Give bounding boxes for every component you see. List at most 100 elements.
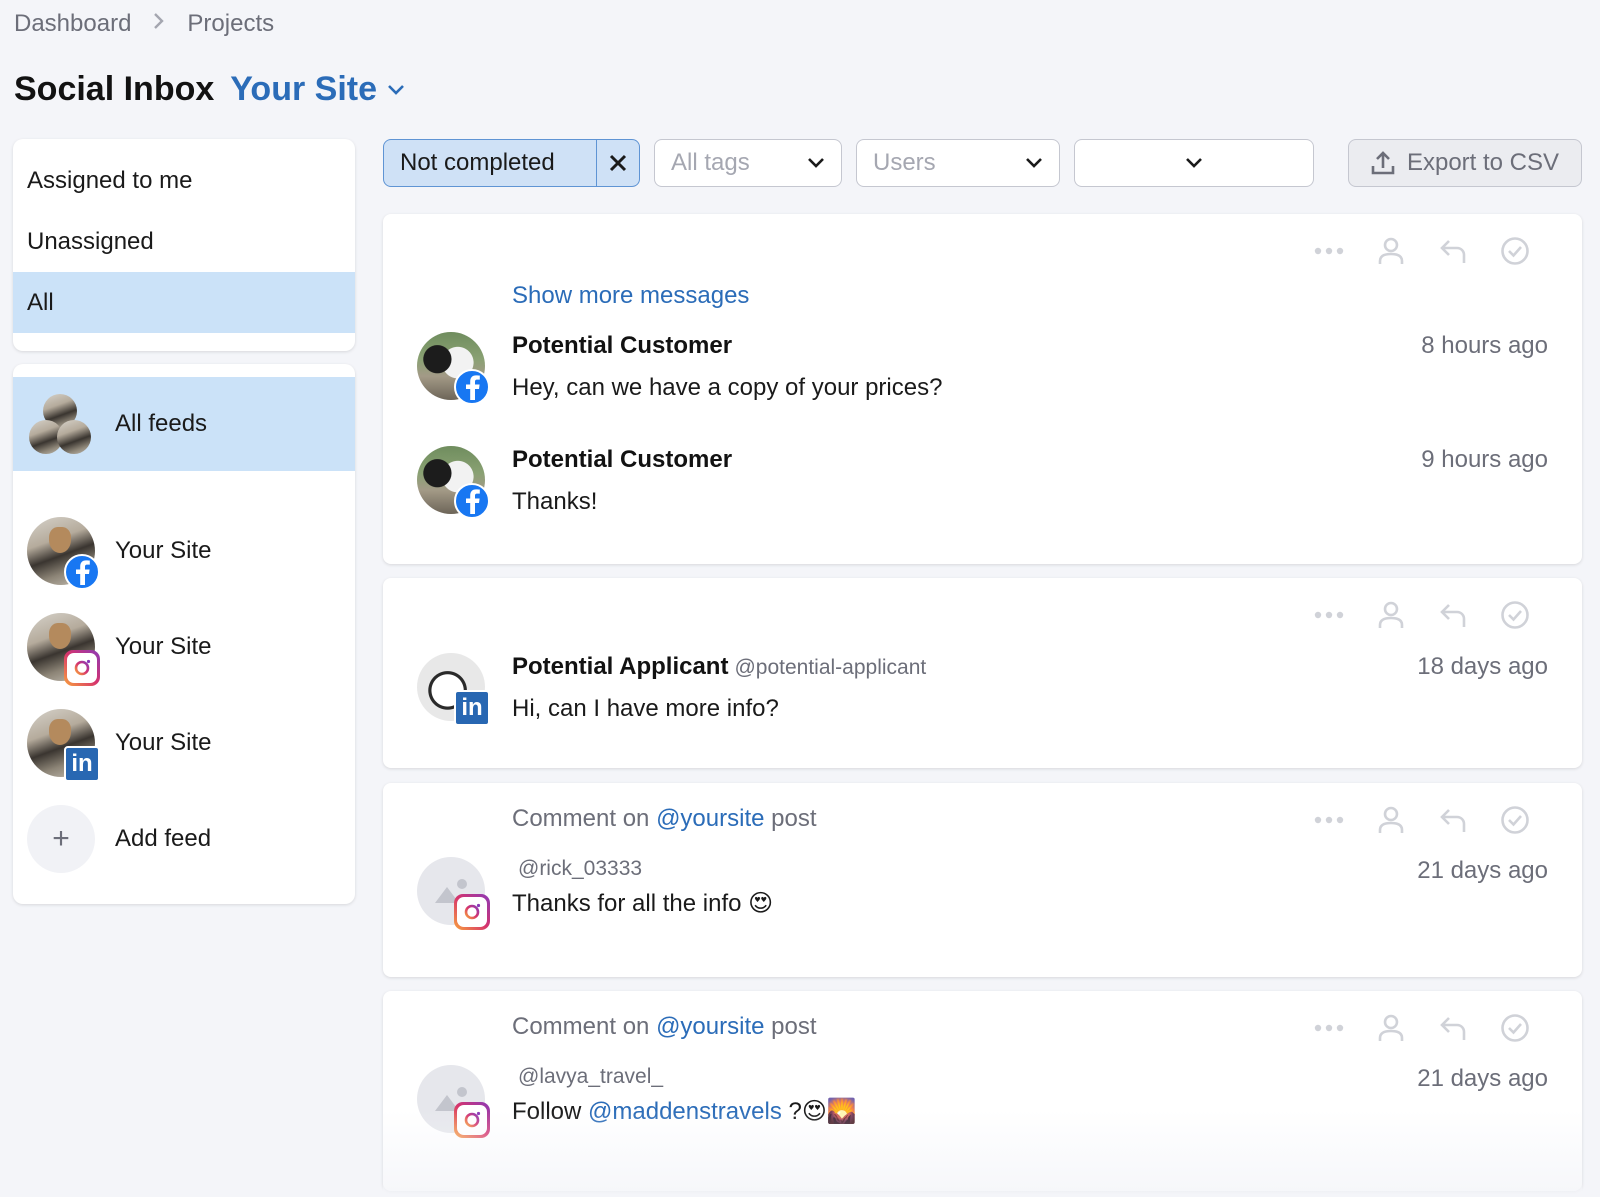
extra-filter-select[interactable] — [1074, 139, 1314, 187]
avatar — [417, 332, 490, 405]
message-text: Hey, can we have a copy of your prices? — [512, 374, 943, 401]
reply-icon[interactable] — [1422, 237, 1484, 265]
assign-user-icon[interactable] — [1360, 600, 1422, 630]
feed-item-label: All feeds — [115, 410, 208, 437]
filter-assigned-to-me[interactable]: Assigned to me — [13, 150, 355, 211]
show-more-messages-link[interactable]: Show more messages — [512, 282, 749, 310]
feed-item-linkedin[interactable]: in Your Site — [13, 695, 355, 791]
avatar — [417, 857, 490, 930]
message-time: 21 days ago — [1417, 1065, 1548, 1092]
card-actions — [1298, 600, 1546, 630]
comment-context: Comment on @yoursite post — [512, 805, 817, 833]
context-prefix: Comment on — [512, 1013, 650, 1040]
assign-user-icon[interactable] — [1360, 1013, 1422, 1043]
complete-check-icon[interactable] — [1484, 236, 1546, 266]
chevron-down-icon — [808, 158, 824, 168]
conversation-card[interactable]: in Potential Applicant @potential-applica… — [383, 578, 1582, 768]
export-csv-button[interactable]: Export to CSV — [1348, 139, 1582, 187]
conversation-card[interactable]: Show more messages Potential Customer He… — [383, 214, 1582, 564]
linkedin-icon: in — [454, 690, 490, 726]
status-filter-label: Not completed — [400, 149, 555, 176]
sender-handle[interactable]: @potential-applicant — [734, 656, 926, 679]
feed-item-facebook[interactable]: Your Site — [13, 503, 355, 599]
complete-check-icon[interactable] — [1484, 805, 1546, 835]
linkedin-icon: in — [64, 746, 100, 782]
avatar — [27, 613, 100, 686]
chevron-down-icon — [388, 84, 404, 95]
sender-name: Potential Customer — [512, 446, 733, 473]
more-icon[interactable] — [1298, 611, 1360, 619]
add-feed-button[interactable]: + Add feed — [13, 791, 355, 887]
instagram-icon — [454, 1102, 490, 1138]
tags-select[interactable]: All tags — [654, 139, 842, 187]
facebook-icon — [454, 369, 490, 405]
context-suffix: post — [771, 1013, 817, 1040]
instagram-icon — [454, 894, 490, 930]
assign-user-icon[interactable] — [1360, 236, 1422, 266]
chevron-right-icon — [153, 12, 165, 36]
card-actions — [1298, 805, 1546, 835]
upload-icon — [1371, 151, 1395, 175]
sender-name: Potential Customer — [512, 332, 733, 359]
page-title-text: Social Inbox — [14, 70, 215, 108]
add-feed-label: Add feed — [115, 825, 212, 852]
filter-toolbar: Not completed All tags Users — [383, 139, 1314, 187]
context-suffix: post — [771, 805, 817, 832]
message-item: @rick_03333 Thanks for all the info 😍 21… — [417, 857, 1548, 930]
message-text-prefix: Follow — [512, 1098, 582, 1125]
more-icon[interactable] — [1298, 247, 1360, 255]
message-time: 8 hours ago — [1421, 332, 1548, 359]
message-text: Thanks! — [512, 488, 598, 515]
chevron-down-icon — [1186, 158, 1202, 168]
breadcrumb-dashboard[interactable]: Dashboard — [14, 10, 131, 38]
users-select[interactable]: Users — [856, 139, 1060, 187]
filter-all[interactable]: All — [13, 272, 355, 333]
card-actions — [1298, 1013, 1546, 1043]
reply-icon[interactable] — [1422, 1014, 1484, 1042]
filter-unassigned[interactable]: Unassigned — [13, 211, 355, 272]
more-icon[interactable] — [1298, 1024, 1360, 1032]
feed-item-all[interactable]: All feeds — [13, 377, 355, 471]
site-selector[interactable]: Your Site — [230, 70, 405, 109]
plus-icon: + — [27, 805, 95, 873]
chevron-down-icon — [1026, 158, 1042, 168]
feed-item-label: Your Site — [115, 729, 212, 756]
complete-check-icon[interactable] — [1484, 1013, 1546, 1043]
reply-icon[interactable] — [1422, 806, 1484, 834]
breadcrumb-projects[interactable]: Projects — [187, 10, 274, 38]
feeds-panel: All feeds Your Site Your Site in Your Si… — [13, 364, 355, 904]
sender-handle[interactable]: @rick_03333 — [518, 857, 1548, 881]
comment-context: Comment on @yoursite post — [512, 1013, 817, 1041]
facebook-icon — [64, 554, 100, 590]
conversation-card[interactable]: Comment on @yoursite post @lavya_travel_… — [383, 991, 1582, 1191]
conversation-card[interactable]: Comment on @yoursite post @rick_03333 Th… — [383, 783, 1582, 977]
assignment-filter-panel: Assigned to me Unassigned All — [13, 139, 355, 351]
feed-item-label: Your Site — [115, 633, 212, 660]
sender-handle[interactable]: @lavya_travel_ — [518, 1065, 1548, 1089]
reply-icon[interactable] — [1422, 601, 1484, 629]
more-icon[interactable] — [1298, 816, 1360, 824]
breadcrumb: Dashboard Projects — [14, 10, 274, 38]
message-text: Thanks for all the info 😍 — [512, 890, 774, 917]
facebook-icon — [454, 483, 490, 519]
users-select-placeholder: Users — [873, 149, 936, 176]
message-text: Hi, can I have more info? — [512, 695, 779, 722]
message-item: in Potential Applicant @potential-applica… — [417, 653, 1548, 726]
sender-name: Potential Applicant — [512, 653, 729, 680]
avatar: in — [27, 709, 100, 782]
context-mention-link[interactable]: @yoursite — [656, 805, 764, 832]
instagram-icon — [64, 650, 100, 686]
status-filter-chip[interactable]: Not completed — [383, 139, 640, 187]
context-prefix: Comment on — [512, 805, 650, 832]
message-item: Potential Customer Hey, can we have a co… — [417, 332, 1548, 405]
message-mention-link[interactable]: @maddenstravels — [588, 1098, 782, 1125]
message-item: @lavya_travel_ Follow @maddenstravels ?😍… — [417, 1065, 1548, 1138]
assign-user-icon[interactable] — [1360, 805, 1422, 835]
feed-item-instagram[interactable]: Your Site — [13, 599, 355, 695]
clear-status-filter-button[interactable] — [596, 140, 639, 186]
context-mention-link[interactable]: @yoursite — [656, 1013, 764, 1040]
site-selector-label: Your Site — [230, 70, 377, 108]
close-icon — [609, 154, 627, 172]
message-time: 21 days ago — [1417, 857, 1548, 884]
complete-check-icon[interactable] — [1484, 600, 1546, 630]
